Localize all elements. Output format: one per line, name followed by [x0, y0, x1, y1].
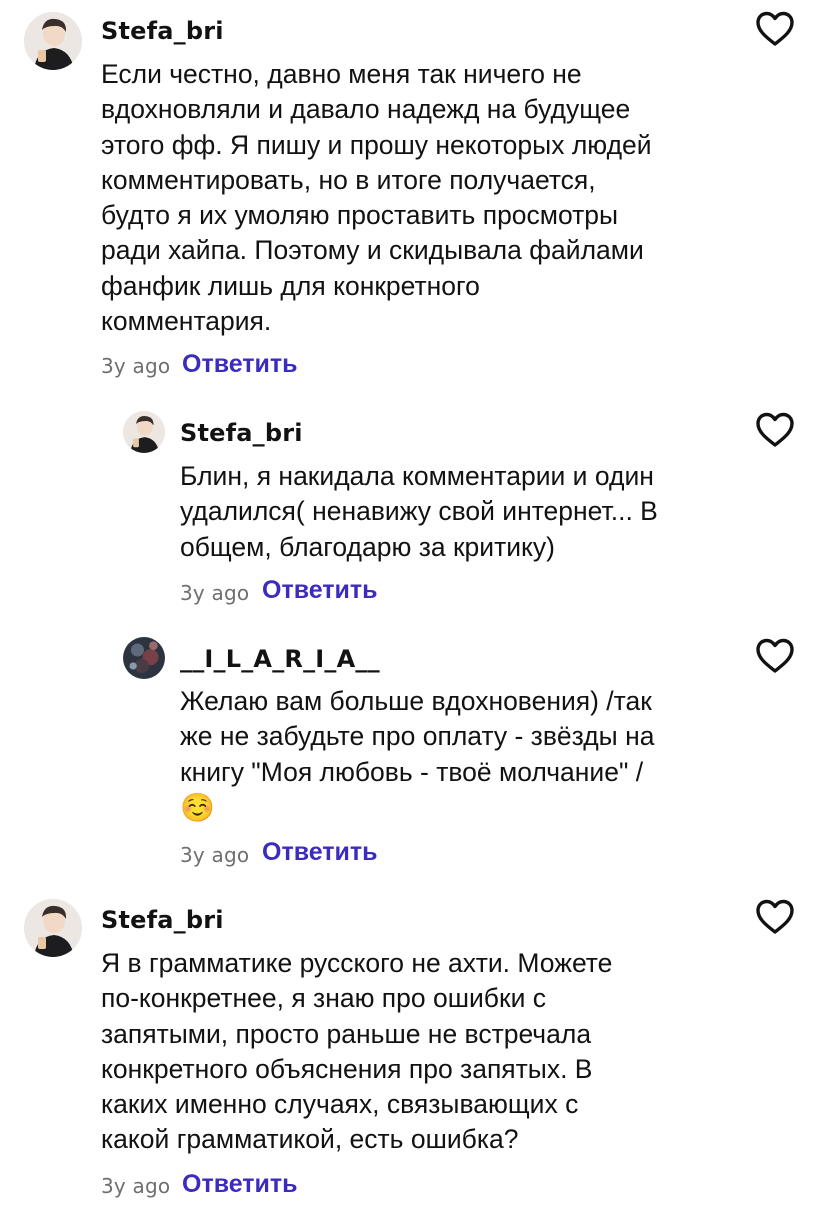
avatar-photo: [24, 12, 82, 70]
user-avatar[interactable]: [123, 637, 165, 679]
smiling-face-emoji: ☺️: [180, 791, 215, 824]
comment-text: Я в грамматике русского не ахти. Можете …: [101, 948, 613, 1155]
timestamp: 3y ago: [180, 581, 250, 605]
user-avatar[interactable]: [24, 899, 82, 957]
username[interactable]: Stefa_bri: [101, 905, 224, 935]
reply-button[interactable]: Ответить: [182, 1170, 298, 1198]
avatar-photo-dark: [123, 637, 165, 679]
username[interactable]: Stefa_bri: [101, 16, 224, 46]
reply-button[interactable]: Ответить: [262, 576, 378, 604]
avatar-photo: [24, 899, 82, 957]
heart-icon[interactable]: [755, 11, 795, 47]
heart-icon[interactable]: [755, 638, 795, 674]
comment-text: Желаю вам больше вдохновения) /так же не…: [180, 686, 655, 787]
user-avatar[interactable]: [123, 411, 165, 453]
timestamp: 3y ago: [101, 1174, 171, 1198]
comment-text: Блин, я накидала комментарии и один удал…: [180, 461, 658, 562]
username[interactable]: __I_L_A_R_I_A__: [180, 644, 380, 674]
avatar-photo: [123, 411, 165, 453]
reply-button[interactable]: Ответить: [182, 350, 298, 378]
reply-button[interactable]: Ответить: [262, 838, 378, 866]
comment-text: Если честно, давно меня так ничего не вд…: [101, 59, 652, 337]
heart-icon[interactable]: [755, 899, 795, 935]
username[interactable]: Stefa_bri: [180, 418, 303, 448]
heart-icon[interactable]: [755, 412, 795, 448]
timestamp: 3y ago: [101, 354, 171, 378]
user-avatar[interactable]: [24, 12, 82, 70]
timestamp: 3y ago: [180, 843, 250, 867]
